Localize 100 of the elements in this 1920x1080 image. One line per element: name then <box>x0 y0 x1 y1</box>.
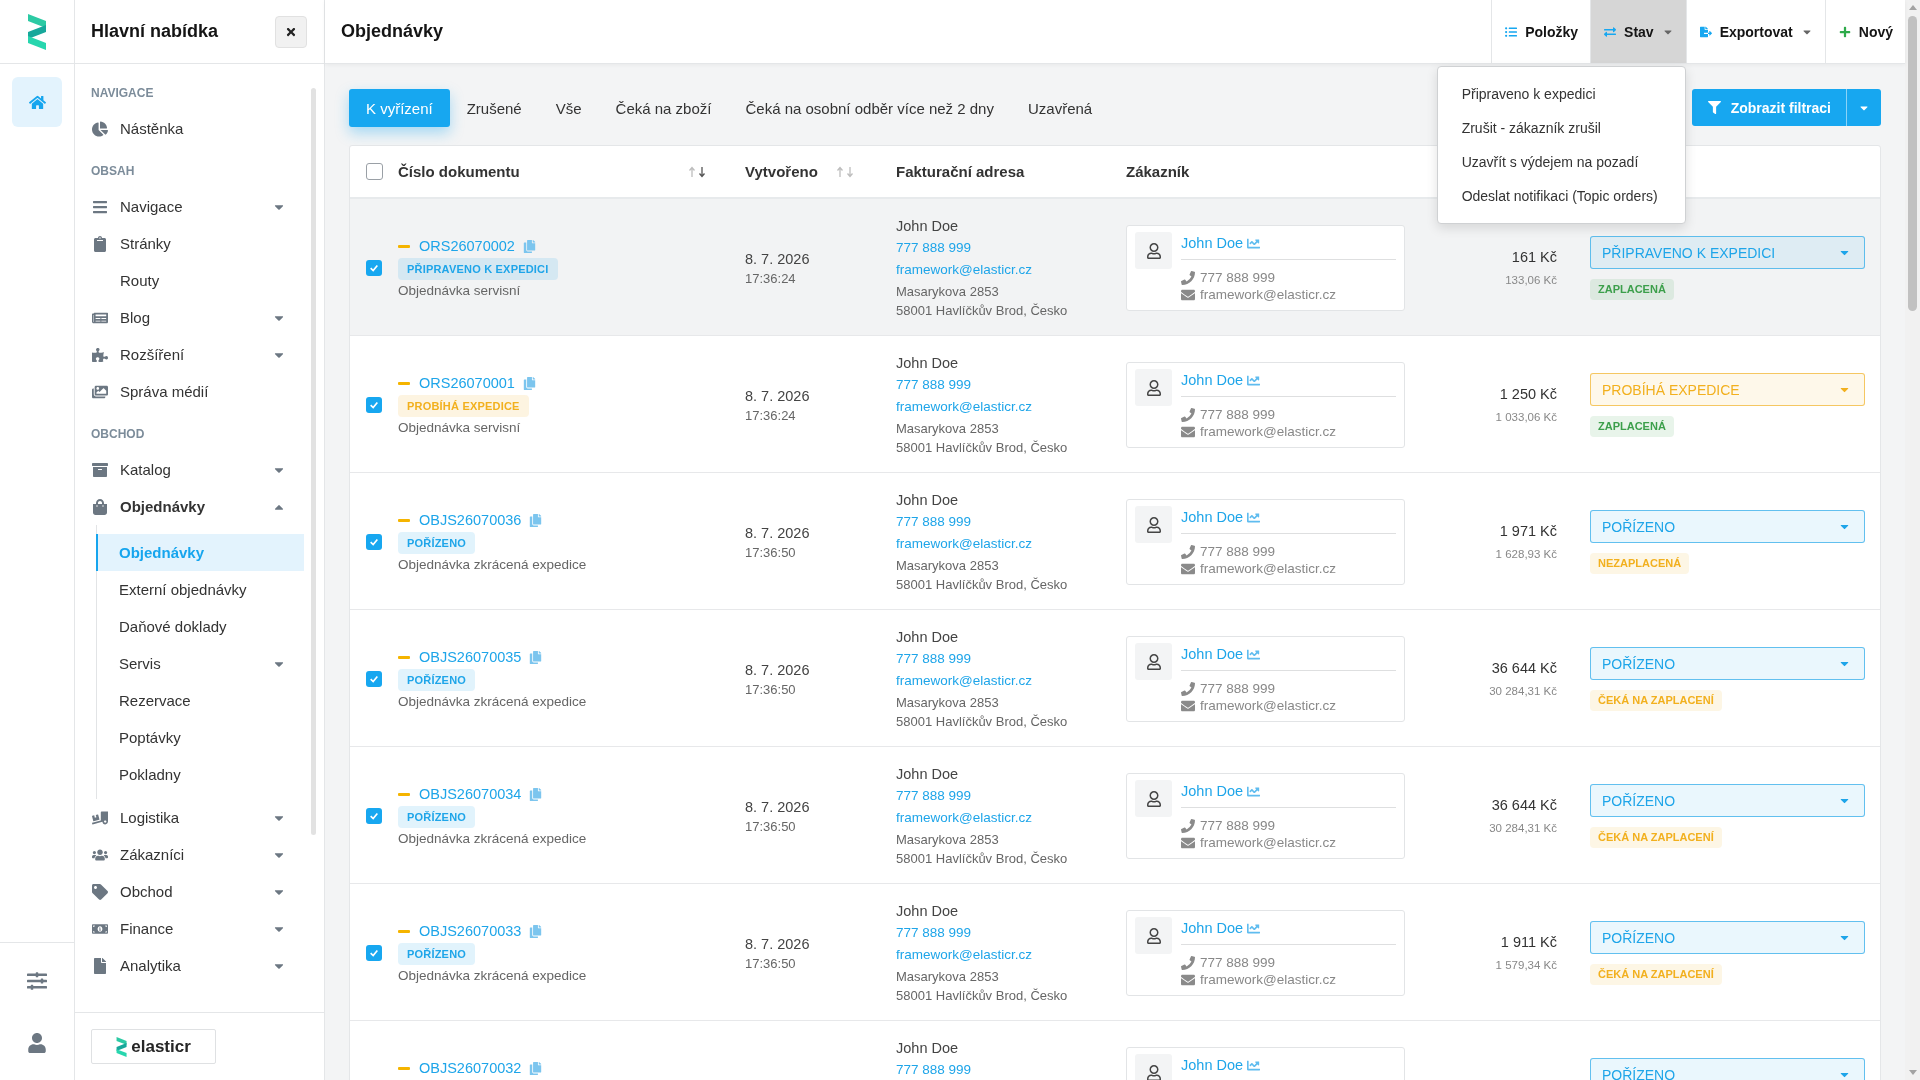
phone-link[interactable]: 777 888 999 <box>896 922 972 944</box>
home-button[interactable] <box>12 77 62 127</box>
order-link[interactable]: OBJS26070032 <box>419 1060 522 1076</box>
toolbar-button[interactable]: Exportovat <box>1685 0 1825 63</box>
sidebar-item[interactable]: Nástěnka <box>91 110 304 147</box>
checkbox[interactable] <box>366 163 383 180</box>
checkbox[interactable] <box>366 534 382 550</box>
sidebar-item[interactable]: Zákazníci <box>91 836 304 873</box>
phone-link[interactable]: 777 888 999 <box>896 511 972 533</box>
customer-link[interactable]: John Doe <box>1181 372 1244 388</box>
toolbar-button[interactable]: Nový <box>1824 0 1905 63</box>
toolbar-button[interactable]: Položky <box>1491 0 1591 63</box>
checkbox[interactable] <box>366 671 382 687</box>
logo-icon[interactable] <box>27 13 47 50</box>
email-link[interactable]: framework@elasticr.cz <box>896 396 1032 418</box>
sidebar-item[interactable]: Správa médií <box>91 373 304 410</box>
line-chart-icon[interactable] <box>1247 236 1261 250</box>
phone-link[interactable]: 777 888 999 <box>896 1059 972 1080</box>
status-select[interactable]: POŘÍZENO <box>1590 921 1865 954</box>
order-link[interactable]: ORS26070001 <box>419 375 515 391</box>
sidebar-item[interactable]: Blog <box>91 299 304 336</box>
sidebar-item[interactable]: Rozšíření <box>91 336 304 373</box>
copy-icon[interactable] <box>522 376 536 390</box>
status-select[interactable]: POŘÍZENO <box>1590 510 1865 543</box>
line-chart-icon[interactable] <box>1247 647 1261 661</box>
copy-icon[interactable] <box>529 513 543 527</box>
close-button[interactable] <box>275 15 307 48</box>
address-line: 58001 Havlíčkův Brod, Česko <box>896 713 1069 731</box>
menu-item[interactable]: Zrušit - zákazník zrušil <box>1437 111 1685 145</box>
sidebar-subitem[interactable]: Servis <box>96 645 304 682</box>
checkbox[interactable] <box>366 260 382 276</box>
checkbox[interactable] <box>366 808 382 824</box>
sidebar-subitem[interactable]: Daňové doklady <box>96 608 304 645</box>
tab[interactable]: Čeká na zboží <box>598 89 729 127</box>
phone-link[interactable]: 777 888 999 <box>896 237 972 259</box>
sidebar-item[interactable]: Objednávky <box>91 488 304 525</box>
order-link[interactable]: OBJS26070036 <box>419 512 522 528</box>
menu-item[interactable]: Odeslat notifikaci (Topic orders) <box>1437 179 1685 213</box>
sidebar-subitem[interactable]: Pokladny <box>96 756 304 793</box>
menu-item[interactable]: Uzavřít s výdejem na pozadí <box>1437 145 1685 179</box>
checkbox[interactable] <box>366 397 382 413</box>
copy-icon[interactable] <box>529 787 543 801</box>
tab[interactable]: Zrušené <box>449 89 539 127</box>
line-chart-icon[interactable] <box>1247 510 1261 524</box>
checkbox[interactable] <box>366 945 382 961</box>
customer-link[interactable]: John Doe <box>1181 509 1244 525</box>
customer-link[interactable]: John Doe <box>1181 235 1244 251</box>
sidebar-subitem[interactable]: Objednávky <box>96 534 304 571</box>
scrollbar[interactable] <box>1905 0 1920 1080</box>
menu-item[interactable]: Připraveno k expedici <box>1437 77 1685 111</box>
phone-link[interactable]: 777 888 999 <box>896 374 972 396</box>
sidebar-item[interactable]: Finance <box>91 910 304 947</box>
sidebar-item[interactable]: Analytika <box>91 947 304 984</box>
customer-link[interactable]: John Doe <box>1181 783 1244 799</box>
sidebar-item[interactable]: Logistika <box>91 799 304 836</box>
sort-icon[interactable] <box>689 165 705 178</box>
copy-icon[interactable] <box>529 650 543 664</box>
email-link[interactable]: framework@elasticr.cz <box>896 533 1032 555</box>
sidebar-subitem[interactable]: Externí objednávky <box>96 571 304 608</box>
sidebar-item[interactable]: Obchod <box>91 873 304 910</box>
customer-link[interactable]: John Doe <box>1181 1057 1244 1073</box>
copy-icon[interactable] <box>529 1061 543 1075</box>
phone-link[interactable]: 777 888 999 <box>896 648 972 670</box>
phone-link[interactable]: 777 888 999 <box>896 785 972 807</box>
tab[interactable]: Čeká na osobní odběr více než 2 dny <box>728 89 1011 127</box>
toolbar-button[interactable]: Stav <box>1590 0 1686 63</box>
email-link[interactable]: framework@elasticr.cz <box>896 807 1032 829</box>
sidebar-item[interactable]: Stránky <box>91 225 304 262</box>
order-link[interactable]: OBJS26070035 <box>419 649 522 665</box>
filter-button[interactable]: Zobrazit filtraci <box>1691 89 1846 126</box>
line-chart-icon[interactable] <box>1247 784 1261 798</box>
brand-link[interactable]: elasticr <box>91 1029 216 1064</box>
email-link[interactable]: framework@elasticr.cz <box>896 259 1032 281</box>
order-link[interactable]: OBJS26070033 <box>419 923 522 939</box>
tab[interactable]: K vyřízení <box>349 89 450 127</box>
sidebar-item[interactable]: Katalog <box>91 451 304 488</box>
sidebar-subitem[interactable]: Rezervace <box>96 682 304 719</box>
order-link[interactable]: ORS26070002 <box>419 238 515 254</box>
sidebar-subitem[interactable]: Poptávky <box>96 719 304 756</box>
customer-link[interactable]: John Doe <box>1181 646 1244 662</box>
order-link[interactable]: OBJS26070034 <box>419 786 522 802</box>
copy-icon[interactable] <box>529 924 543 938</box>
customer-link[interactable]: John Doe <box>1181 920 1244 936</box>
status-select[interactable]: PŘIPRAVENO K EXPEDICI <box>1590 236 1865 269</box>
line-chart-icon[interactable] <box>1247 1058 1261 1072</box>
line-chart-icon[interactable] <box>1247 921 1261 935</box>
email-link[interactable]: framework@elasticr.cz <box>896 670 1032 692</box>
tab[interactable]: Uzavřená <box>1010 89 1110 127</box>
tab[interactable]: Vše <box>538 89 599 127</box>
copy-icon[interactable] <box>522 239 536 253</box>
scrollbar[interactable] <box>311 88 316 835</box>
line-chart-icon[interactable] <box>1247 373 1261 387</box>
status-select[interactable]: PROBÍHÁ EXPEDICE <box>1590 373 1865 406</box>
filter-dropdown-button[interactable] <box>1846 89 1881 126</box>
status-select[interactable]: POŘÍZENO <box>1590 784 1865 817</box>
sidebar-item[interactable]: Routy <box>91 262 304 299</box>
status-select[interactable]: POŘÍZENO <box>1590 1058 1865 1080</box>
sidebar-item[interactable]: Navigace <box>91 188 304 225</box>
status-select[interactable]: POŘÍZENO <box>1590 647 1865 680</box>
email-link[interactable]: framework@elasticr.cz <box>896 944 1032 966</box>
